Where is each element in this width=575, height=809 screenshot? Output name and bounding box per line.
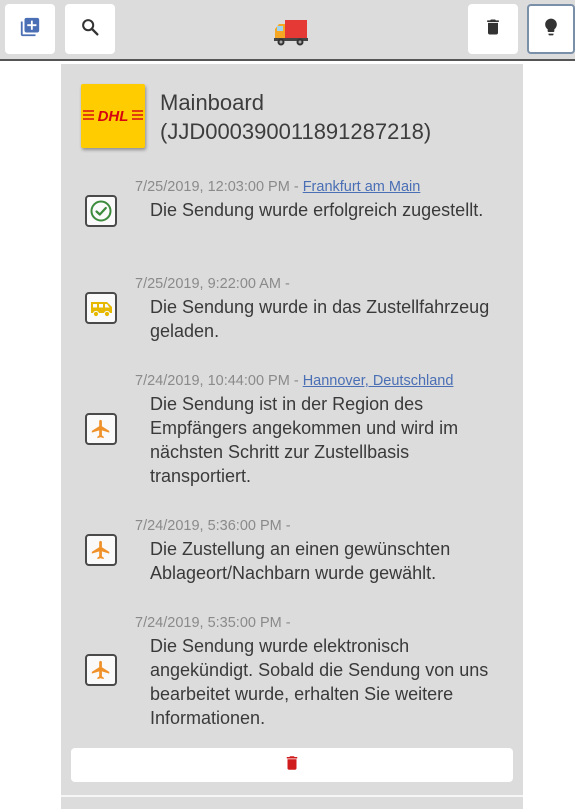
- event-separator: -: [280, 276, 290, 292]
- event-text: Die Sendung ist in der Region des Empfän…: [150, 394, 459, 486]
- event-location-link[interactable]: Frankfurt am Main: [303, 179, 421, 195]
- svg-text:DHL: DHL: [98, 108, 129, 125]
- trash-icon: [283, 753, 301, 778]
- top-toolbar: [0, 0, 575, 61]
- event-location-link[interactable]: Hannover, Deutschland: [303, 373, 454, 389]
- add-package-button[interactable]: [5, 4, 55, 54]
- van-icon: [85, 292, 117, 324]
- airplane-icon: [85, 654, 117, 686]
- trash-icon: [483, 16, 503, 43]
- event-text: Die Sendung wurde in das Zustellfahrzeug…: [150, 297, 490, 341]
- event-meta: 7/25/2019, 12:03:00 PM - Frankfurt am Ma…: [135, 178, 420, 196]
- event-text: Die Sendung wurde elektronisch angekündi…: [150, 636, 489, 728]
- event-meta: 7/24/2019, 5:35:00 PM -: [135, 614, 291, 632]
- carrier-logo: DHL: [81, 84, 145, 148]
- event-timestamp: 7/24/2019, 5:36:00 PM: [135, 518, 282, 534]
- event-separator: -: [281, 615, 291, 631]
- event-meta: 7/24/2019, 10:44:00 PM - Hannover, Deuts…: [135, 372, 453, 390]
- event-timestamp: 7/24/2019, 10:44:00 PM: [135, 373, 290, 389]
- package-title: Mainboard (JJD000390011891287218): [160, 90, 432, 144]
- event-separator: -: [289, 179, 303, 195]
- lightbulb-icon: [541, 15, 561, 44]
- search-button[interactable]: [65, 4, 115, 54]
- delete-package-button[interactable]: [71, 748, 513, 782]
- event-text: Die Sendung wurde erfolgreich zugestellt…: [150, 200, 484, 220]
- search-icon: [79, 16, 101, 43]
- event-meta: 7/24/2019, 5:36:00 PM -: [135, 517, 291, 535]
- airplane-icon: [85, 534, 117, 566]
- event-timestamp: 7/24/2019, 5:35:00 PM: [135, 615, 282, 631]
- event-timestamp: 7/25/2019, 9:22:00 AM: [135, 276, 281, 292]
- hint-button[interactable]: [527, 4, 575, 54]
- event-separator: -: [289, 373, 303, 389]
- delete-all-button[interactable]: [468, 4, 518, 54]
- event-separator: -: [281, 518, 291, 534]
- delivery-truck-icon: [273, 18, 309, 53]
- event-meta: 7/25/2019, 9:22:00 AM -: [135, 275, 290, 293]
- check-circle-icon: [85, 195, 117, 227]
- event-text: Die Zustellung an einen gewünschten Abla…: [150, 539, 451, 583]
- event-timestamp: 7/25/2019, 12:03:00 PM: [135, 179, 290, 195]
- add-box-icon: [19, 16, 41, 43]
- airplane-icon: [85, 413, 117, 445]
- package-card: DHL Mainboard (JJD000390011891287218) 7/…: [61, 64, 523, 800]
